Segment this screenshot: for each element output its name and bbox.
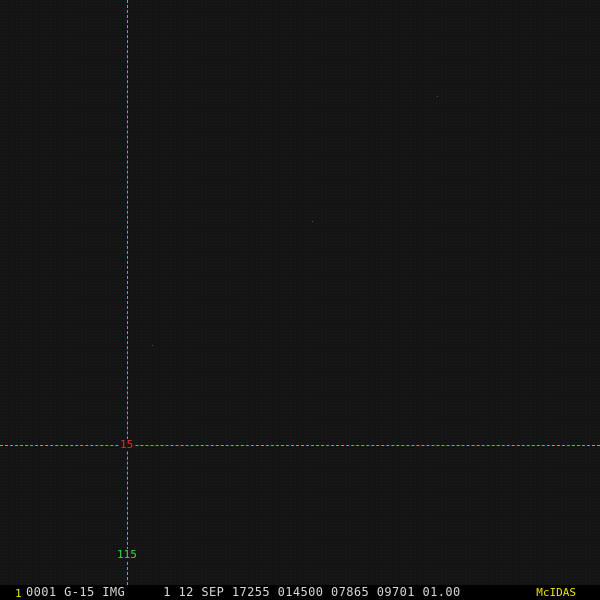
latitude-grid-line xyxy=(0,445,600,446)
longitude-grid-line xyxy=(127,0,128,585)
mcidas-brand-label: McIDAS xyxy=(536,586,576,599)
longitude-label: 115 xyxy=(116,548,138,561)
satellite-image-area[interactable]: 15 115 xyxy=(0,0,600,585)
image-info-text: 0001 G-15 IMG 1 12 SEP 17255 014500 0786… xyxy=(26,585,461,599)
mcidas-image-viewer[interactable]: 15 115 1 0001 G-15 IMG 1 12 SEP 17255 01… xyxy=(0,0,600,600)
image-noise-speck xyxy=(437,96,438,97)
frame-number: 1 xyxy=(15,587,22,600)
status-bar: 1 0001 G-15 IMG 1 12 SEP 17255 014500 07… xyxy=(0,585,600,600)
latitude-label: 15 xyxy=(119,438,135,451)
image-noise-speck xyxy=(152,345,153,346)
image-noise-speck xyxy=(312,221,313,222)
